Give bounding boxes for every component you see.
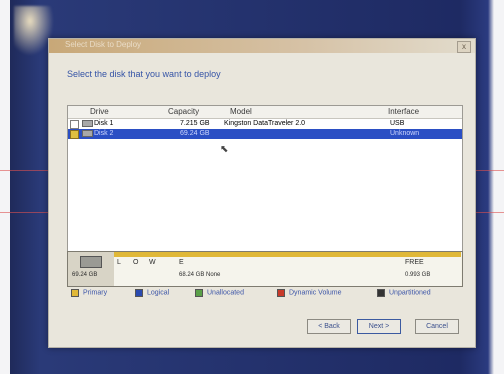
legend-item: Dynamic Volume <box>277 289 342 297</box>
disk-list: Drive Capacity Model Interface Disk 1 7.… <box>67 105 463 252</box>
window-title: Select Disk to Deploy <box>65 40 142 49</box>
legend-swatch <box>377 289 385 297</box>
disk-checkbox[interactable] <box>70 130 79 139</box>
legend-label: Dynamic Volume <box>289 289 342 297</box>
partition-letter: W <box>149 259 156 266</box>
next-button[interactable]: Next > <box>357 319 401 334</box>
partition-letter: E <box>179 259 184 266</box>
legend-label: Logical <box>147 289 170 297</box>
disk-capacity: 7.215 GB <box>180 120 210 127</box>
disk-name: Disk 2 <box>94 130 114 137</box>
disk-map-summary[interactable]: 69.24 GB <box>68 252 115 286</box>
legend-swatch <box>135 289 143 297</box>
partition-legend: Primary Logical Unallocated Dynamic Volu… <box>67 289 461 299</box>
disk-interface: USB <box>390 120 405 127</box>
disk-row-1[interactable]: Disk 1 7.215 GB Kingston DataTraveler 2.… <box>68 119 462 129</box>
disk-name: Disk 1 <box>94 120 114 127</box>
column-header-model[interactable]: Model <box>230 107 252 116</box>
partition-desc: 68.24 GB None <box>179 272 221 278</box>
partition-stripe <box>114 252 130 257</box>
legend-swatch <box>277 289 285 297</box>
partition-block[interactable]: FREE 0.993 GB <box>402 252 461 286</box>
disk-row-2[interactable]: Disk 2 69.24 GB Unknown <box>68 129 462 139</box>
legend-item: Unpartitioned <box>377 289 431 297</box>
disk-capacity: 69.24 GB <box>180 130 210 137</box>
partition-stripe <box>130 252 146 257</box>
column-header-interface[interactable]: Interface <box>388 107 419 116</box>
partition-block[interactable]: L <box>114 252 131 286</box>
partition-stripe <box>146 252 176 257</box>
disk-map-size: 69.24 GB <box>72 272 98 278</box>
partition-block[interactable]: O <box>130 252 147 286</box>
legend-label: Primary <box>83 289 108 297</box>
partition-stripe <box>176 252 402 257</box>
disk-interface: Unknown <box>390 130 420 137</box>
partition-letter: L <box>117 259 121 266</box>
hard-drive-icon <box>80 256 102 268</box>
disk-model: Kingston DataTraveler 2.0 <box>224 120 306 127</box>
back-button[interactable]: < Back <box>307 319 351 334</box>
usb-drive-icon <box>82 120 93 127</box>
legend-label: Unpartitioned <box>389 289 431 297</box>
legend-swatch <box>71 289 79 297</box>
column-header-capacity[interactable]: Capacity <box>168 107 199 116</box>
legend-label: Unallocated <box>207 289 244 297</box>
deploy-disk-dialog: Select Disk to Deploy x Select the disk … <box>48 38 476 348</box>
legend-item: Logical <box>135 289 169 297</box>
disk-partition-map: 69.24 GB L O W E 68.24 GB None FREE 0.99… <box>67 251 463 287</box>
column-header-drive[interactable]: Drive <box>90 107 109 116</box>
hard-drive-icon <box>82 130 93 137</box>
close-button[interactable]: x <box>457 41 471 53</box>
mouse-cursor-icon: ⬉ <box>220 144 229 155</box>
legend-item: Primary <box>71 289 107 297</box>
instruction-text: Select the disk that you want to deploy <box>67 69 221 79</box>
partition-letter: FREE <box>405 259 424 266</box>
legend-swatch <box>195 289 203 297</box>
partition-block[interactable]: E 68.24 GB None <box>176 252 403 286</box>
partition-block[interactable]: W <box>146 252 177 286</box>
title-bar: Select Disk to Deploy x <box>49 39 475 53</box>
partition-desc: 0.993 GB <box>405 272 431 278</box>
partition-stripe <box>402 252 461 257</box>
partition-letter: O <box>133 259 139 266</box>
legend-item: Unallocated <box>195 289 244 297</box>
disk-checkbox[interactable] <box>70 120 79 129</box>
cancel-button[interactable]: Cancel <box>415 319 459 334</box>
disk-list-header: Drive Capacity Model Interface <box>68 106 462 119</box>
